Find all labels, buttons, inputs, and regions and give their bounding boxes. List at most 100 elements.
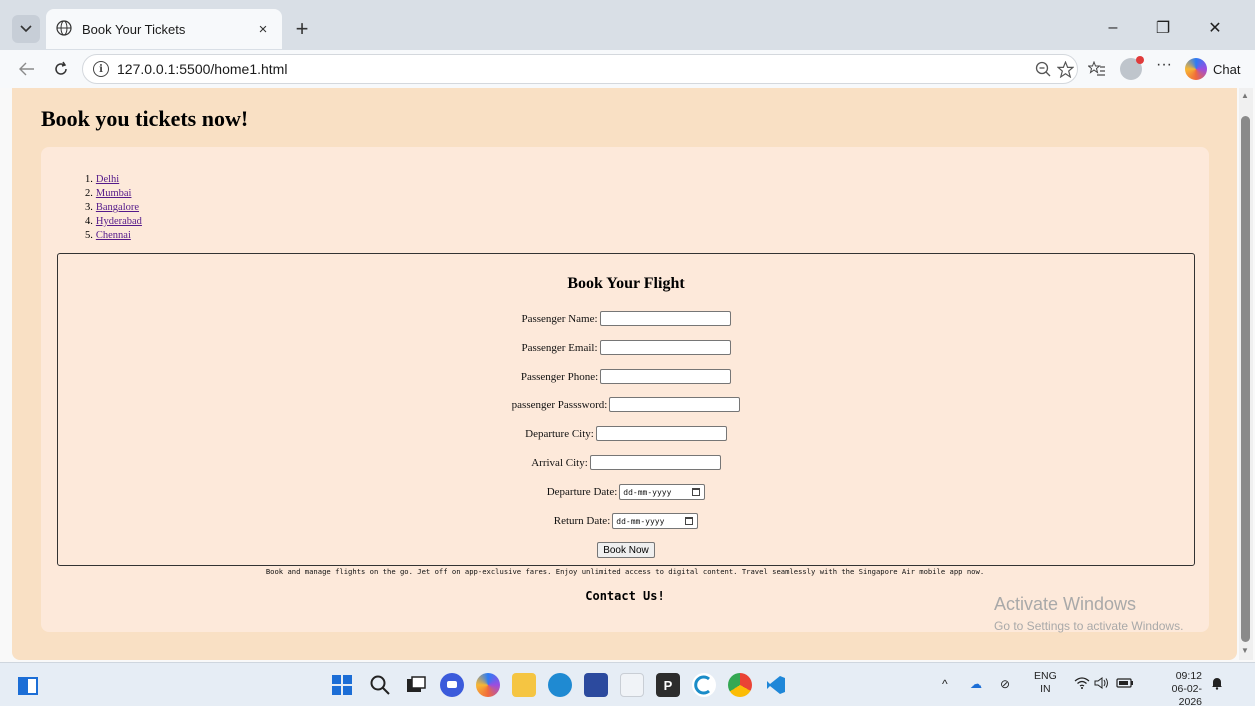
phone-label: Passenger Phone: bbox=[520, 370, 599, 383]
scrollbar-thumb[interactable] bbox=[1241, 116, 1250, 642]
favorite-star-icon[interactable] bbox=[1054, 56, 1076, 82]
email-row: Passenger Email: bbox=[58, 340, 1194, 355]
return-date-row: Return Date: dd-mm-yyyy bbox=[58, 513, 1194, 529]
chat-label: Chat bbox=[1213, 61, 1241, 77]
passenger-email-input[interactable] bbox=[599, 340, 731, 355]
arrival-city-label: Arrival City: bbox=[531, 456, 588, 469]
city-item: 5. Chennai bbox=[85, 229, 142, 243]
close-window-button[interactable]: ✕ bbox=[1192, 14, 1238, 42]
language-indicator[interactable]: ENG IN bbox=[1034, 670, 1057, 696]
departure-date-label: Departure Date: bbox=[546, 486, 618, 498]
search-icon[interactable] bbox=[368, 673, 392, 697]
city-item: 4. Hyderabad bbox=[85, 215, 142, 229]
city-number: 5. bbox=[85, 230, 93, 241]
globe-icon bbox=[56, 20, 74, 38]
zoom-icon[interactable] bbox=[1032, 56, 1054, 82]
tab-actions-chevron-down-icon[interactable] bbox=[12, 15, 40, 43]
site-info-icon[interactable]: i bbox=[93, 61, 109, 77]
onedrive-icon[interactable]: ☁ bbox=[970, 677, 982, 691]
wifi-icon[interactable] bbox=[1074, 677, 1090, 692]
watermark-title: Activate Windows bbox=[994, 594, 1137, 614]
scroll-down-arrow-icon[interactable]: ▼ bbox=[1241, 646, 1249, 655]
more-options-icon[interactable]: ··· bbox=[1153, 56, 1175, 74]
name-row: Passenger Name: bbox=[58, 311, 1194, 326]
city-link-mumbai[interactable]: Mumbai bbox=[96, 188, 132, 199]
passenger-phone-input[interactable] bbox=[600, 369, 732, 384]
city-link-bangalore[interactable]: Bangalore bbox=[96, 202, 139, 213]
location-icon[interactable]: ⊘ bbox=[1000, 677, 1010, 691]
calendar-icon[interactable] bbox=[692, 488, 701, 496]
task-view-icon[interactable] bbox=[404, 673, 428, 697]
page-body: Book you tickets now! 1. Delhi 2. Mumbai 3… bbox=[12, 88, 1237, 660]
tab-close-icon[interactable]: × bbox=[254, 21, 272, 38]
address-bar[interactable]: i 127.0.0.1:5500/home1.html bbox=[82, 54, 1078, 84]
edge-browser-icon[interactable] bbox=[548, 673, 572, 697]
departure-city-input[interactable] bbox=[595, 426, 727, 441]
departure-date-input[interactable]: dd-mm-yyyy bbox=[619, 484, 706, 500]
city-number: 4. bbox=[85, 216, 93, 227]
city-link-hyderabad[interactable]: Hyderabad bbox=[96, 216, 142, 227]
copilot-taskbar-icon[interactable] bbox=[476, 673, 500, 697]
p-app-icon[interactable]: P bbox=[656, 673, 680, 697]
city-link-chennai[interactable]: Chennai bbox=[96, 230, 131, 241]
pbl-app-icon[interactable] bbox=[620, 673, 644, 697]
password-row: passenger Passsword: bbox=[58, 397, 1194, 412]
departure-date-row: Departure Date: dd-mm-yyyy bbox=[58, 484, 1194, 500]
submit-row: Book Now bbox=[58, 542, 1194, 558]
return-date-input[interactable]: dd-mm-yyyy bbox=[612, 513, 699, 529]
watermark-subtitle: Go to Settings to activate Windows. bbox=[994, 619, 1184, 633]
arrival-city-row: Arrival City: bbox=[58, 455, 1194, 470]
vertical-scrollbar[interactable]: ▲ ▼ bbox=[1239, 88, 1253, 660]
tab-title: Book Your Tickets bbox=[82, 21, 186, 37]
page-viewport: Book you tickets now! 1. Delhi 2. Mumbai 3… bbox=[0, 88, 1255, 662]
widgets-icon[interactable] bbox=[18, 677, 38, 695]
language-code: ENG bbox=[1034, 670, 1057, 682]
arc-app-icon[interactable] bbox=[692, 673, 716, 697]
system-clock[interactable]: 09:12 06-02-2026 bbox=[1152, 670, 1202, 706]
restore-button[interactable]: ❐ bbox=[1140, 14, 1186, 42]
show-hidden-icons-chevron-up-icon[interactable]: ^ bbox=[942, 677, 948, 691]
book-now-button[interactable]: Book Now bbox=[597, 542, 655, 558]
minimize-button[interactable]: – bbox=[1090, 14, 1136, 42]
notification-dot bbox=[1136, 56, 1144, 64]
clock-date: 06-02-2026 bbox=[1171, 683, 1202, 706]
city-item: 1. Delhi bbox=[85, 173, 142, 187]
city-item: 3. Bangalore bbox=[85, 201, 142, 215]
active-tab[interactable]: Book Your Tickets × bbox=[46, 9, 282, 49]
date-placeholder: dd-mm-yyyy bbox=[616, 516, 665, 526]
date-placeholder: dd-mm-yyyy bbox=[623, 487, 672, 497]
profile-avatar[interactable] bbox=[1120, 56, 1144, 80]
city-number: 1. bbox=[85, 174, 93, 185]
vscode-icon[interactable] bbox=[764, 673, 788, 697]
battery-icon[interactable] bbox=[1116, 677, 1134, 692]
city-link-delhi[interactable]: Delhi bbox=[96, 174, 119, 185]
city-list: 1. Delhi 2. Mumbai 3. Bangalore 4. Hyderabad… bbox=[85, 173, 142, 243]
volume-icon[interactable] bbox=[1094, 677, 1110, 692]
back-arrow-icon[interactable] bbox=[14, 56, 40, 82]
passenger-name-input[interactable] bbox=[599, 311, 731, 326]
chrome-icon[interactable] bbox=[728, 673, 752, 697]
windows-taskbar: P ^ ☁ ⊘ ENG IN 09:12 06-02-2026 bbox=[0, 662, 1255, 706]
name-label: Passenger Name: bbox=[521, 312, 598, 325]
favorites-icon[interactable] bbox=[1086, 56, 1108, 82]
start-windows-icon[interactable] bbox=[330, 673, 354, 697]
calendar-icon[interactable] bbox=[685, 517, 694, 525]
city-item: 2. Mumbai bbox=[85, 187, 142, 201]
activate-windows-watermark: Activate Windows Go to Settings to activ… bbox=[994, 594, 1183, 633]
browser-toolbar: i 127.0.0.1:5500/home1.html ··· Chat bbox=[0, 50, 1255, 88]
new-tab-button[interactable]: + bbox=[290, 17, 314, 41]
url-text: 127.0.0.1:5500/home1.html bbox=[117, 61, 288, 77]
file-explorer-icon[interactable] bbox=[512, 673, 536, 697]
scroll-up-arrow-icon[interactable]: ▲ bbox=[1241, 91, 1249, 100]
arrival-city-input[interactable] bbox=[589, 455, 721, 470]
refresh-icon[interactable] bbox=[48, 56, 74, 82]
microsoft-store-icon[interactable] bbox=[584, 673, 608, 697]
page-heading: Book you tickets now! bbox=[41, 106, 249, 131]
chat-teams-icon[interactable] bbox=[440, 673, 464, 697]
notification-bell-icon[interactable] bbox=[1210, 676, 1224, 693]
passenger-password-input[interactable] bbox=[609, 397, 741, 412]
departure-city-label: Departure City: bbox=[525, 427, 594, 440]
copilot-icon bbox=[1185, 58, 1207, 80]
region-code: IN bbox=[1040, 683, 1051, 695]
copilot-chat-button[interactable]: Chat bbox=[1185, 55, 1240, 83]
